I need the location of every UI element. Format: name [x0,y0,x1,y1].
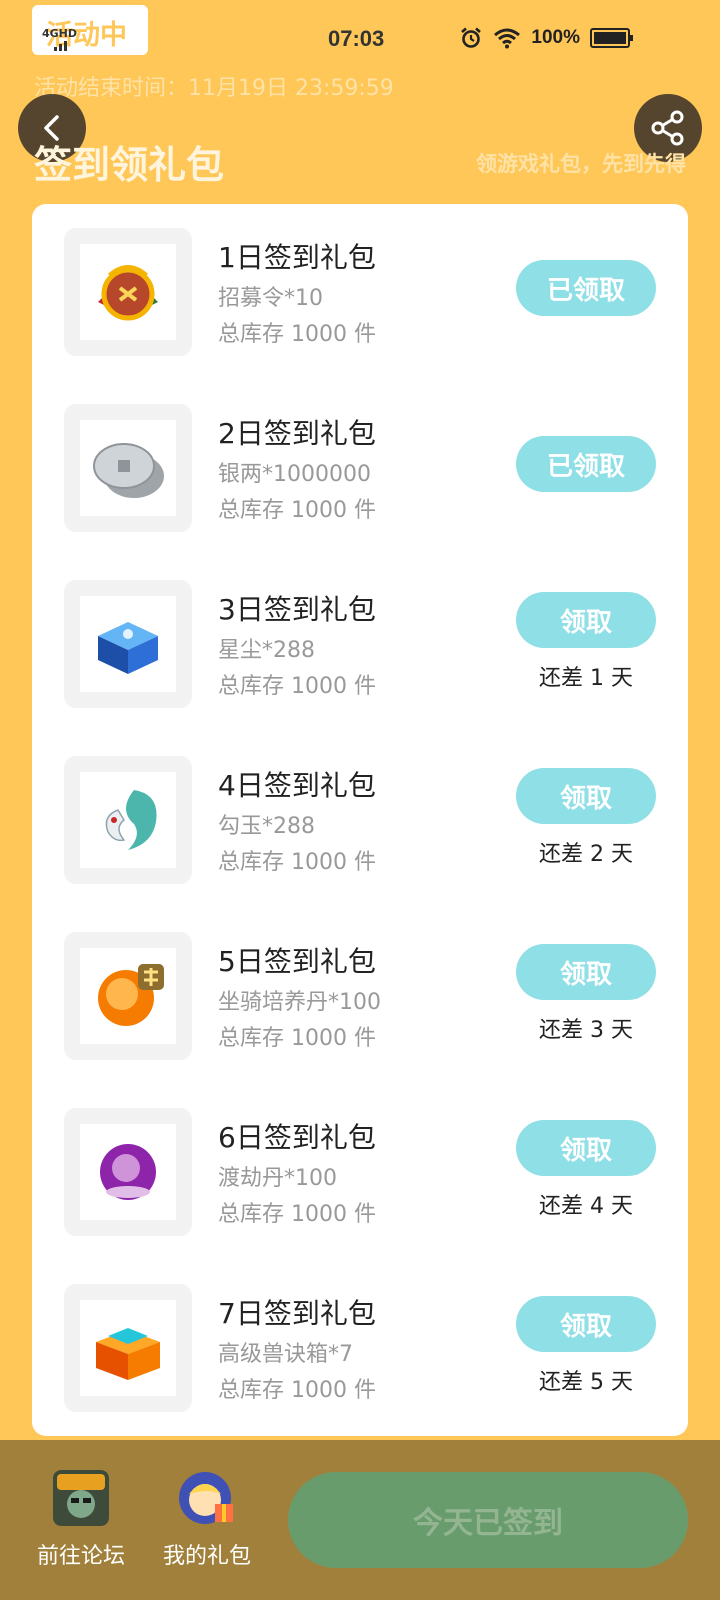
gift-item: 6日签到礼包 渡劫丹*100 总库存 1000 件 领取 还差 4 天 [32,1084,688,1236]
status-bar: 活动中 4GHD 07:03 100% [0,0,720,60]
share-icon [651,110,684,146]
treasure-chest-icon [96,1328,160,1380]
gift-item: 1日签到礼包 招募令*10 总库存 1000 件 已领取 [32,204,688,356]
gift-list: 1日签到礼包 招募令*10 总库存 1000 件 已领取 2日签到礼包 银两*1… [32,204,688,1436]
gift-thumbnail [64,756,192,884]
battery-icon [590,28,633,48]
magatama-icon [105,790,157,850]
gift-thumbnail [64,580,192,708]
claimed-button[interactable]: 已领取 [516,436,656,492]
gift-mascot-icon [179,1472,233,1524]
gift-title: 3日签到礼包 [218,593,376,626]
gift-content: 坐骑培养丹*100 [218,990,381,1015]
days-remaining: 还差 5 天 [539,1370,633,1395]
gift-title: 7日签到礼包 [218,1297,376,1330]
gift-stock: 总库存 1000 件 [218,850,376,875]
gift-stock: 总库存 1000 件 [218,1378,376,1403]
claim-button[interactable]: 领取 [516,944,656,1000]
forum-link[interactable]: 前往论坛 [26,1470,136,1570]
stardust-chest-icon [98,622,158,674]
activity-end-time: 活动结束时间：11月19日 23:59:59 [34,76,394,101]
gift-thumbnail [64,1284,192,1412]
gift-content: 招募令*10 [218,286,323,311]
gift-item: 5日签到礼包 坐骑培养丹*100 总库存 1000 件 领取 还差 3 天 [32,908,688,1060]
silver-coin-icon [93,443,164,498]
recruit-token-icon [98,265,158,321]
network-icon: 4GHD [42,27,78,53]
status-icons: 100% [459,26,633,50]
page-subtitle: 领游戏礼包，先到先得 [476,152,686,176]
page-title: 签到领礼包 [34,143,225,187]
alarm-icon [461,27,482,48]
gift-stock: 总库存 1000 件 [218,498,376,523]
gift-content: 银两*1000000 [218,462,371,487]
claim-button[interactable]: 领取 [516,1120,656,1176]
gift-content: 勾玉*288 [218,814,315,839]
gift-thumbnail [64,1108,192,1236]
days-remaining: 还差 1 天 [539,666,633,691]
gift-item: 3日签到礼包 星尘*288 总库存 1000 件 领取 还差 1 天 [32,556,688,708]
forum-label: 前往论坛 [36,1544,125,1569]
my-gifts-link[interactable]: 我的礼包 [152,1470,262,1570]
gift-thumbnail [64,932,192,1060]
network-label: 4GHD [42,27,78,40]
game-avatar-icon [53,1470,109,1526]
gift-content: 高级兽诀箱*7 [218,1342,353,1367]
gift-title: 1日签到礼包 [218,241,376,274]
gift-stock: 总库存 1000 件 [218,674,376,699]
my-gifts-label: 我的礼包 [162,1544,251,1569]
gift-item: 2日签到礼包 银两*1000000 总库存 1000 件 已领取 [32,380,688,532]
claim-button[interactable]: 领取 [516,592,656,648]
gift-item: 7日签到礼包 高级兽诀箱*7 总库存 1000 件 领取 还差 5 天 [32,1260,688,1412]
gift-stock: 总库存 1000 件 [218,1026,376,1051]
status-time: 07:03 [328,26,385,51]
battery-percent: 100% [531,27,580,48]
gift-content: 星尘*288 [218,638,315,663]
claim-button[interactable]: 领取 [516,1296,656,1352]
gift-item: 4日签到礼包 勾玉*288 总库存 1000 件 领取 还差 2 天 [32,732,688,884]
gift-thumbnail [64,228,192,356]
gift-stock: 总库存 1000 件 [218,1202,376,1227]
activity-badge: 活动中 4GHD [32,5,148,55]
days-remaining: 还差 3 天 [539,1018,633,1043]
gift-content: 渡劫丹*100 [218,1166,337,1191]
checked-in-button[interactable]: 今天已签到 [288,1472,688,1568]
gift-title: 4日签到礼包 [218,769,376,802]
days-remaining: 还差 2 天 [539,842,633,867]
gift-stock: 总库存 1000 件 [218,322,376,347]
claim-button[interactable]: 领取 [516,768,656,824]
mount-pill-icon [98,964,164,1026]
days-remaining: 还差 4 天 [539,1194,633,1219]
gift-title: 5日签到礼包 [218,945,376,978]
tribulation-pill-icon [100,1144,156,1200]
claimed-button[interactable]: 已领取 [516,260,656,316]
bottom-bar: 前往论坛 我的礼包 今天已签到 [0,1440,720,1600]
wifi-icon [494,28,521,49]
gift-title: 2日签到礼包 [218,417,376,450]
gift-title: 6日签到礼包 [218,1121,376,1154]
gift-thumbnail [64,404,192,532]
